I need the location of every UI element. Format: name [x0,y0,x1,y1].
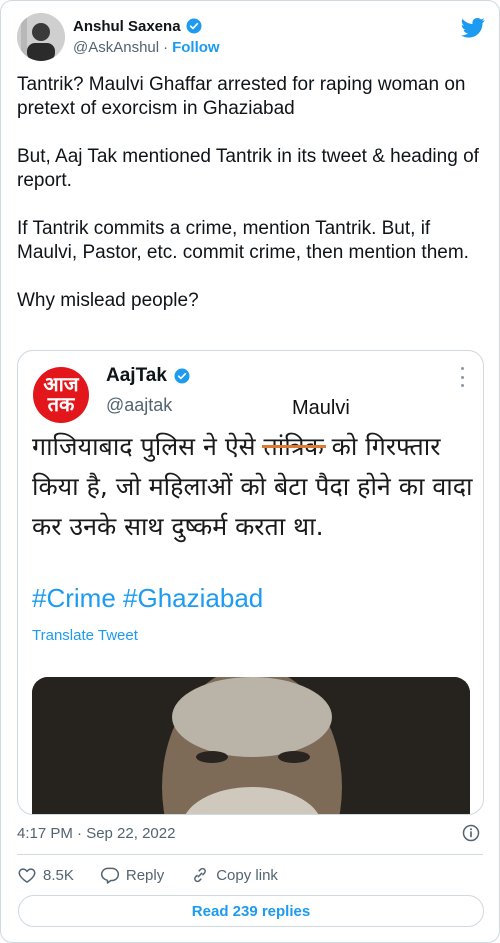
aajtak-logo: आज तक [33,367,89,423]
divider [17,854,483,855]
info-icon[interactable] [461,823,481,843]
link-icon [194,867,207,883]
separator: · [163,39,169,56]
tweet-paragraph: If Tantrik commits a crime, mention Tant… [17,218,469,263]
tweet-timestamp[interactable]: 4:17 PM · Sep 22, 2022 [17,825,175,842]
hindi-text-before: गाजियाबाद पुलिस ने ऐसे [32,432,264,461]
like-button[interactable]: 8.5K [17,865,74,885]
hashtags: #Crime #Ghaziabad [32,583,264,613]
copy-link-label: Copy link [216,866,278,884]
tweet-card: Anshul Saxena @AskAnshul · Follow Tantri… [0,0,500,943]
more-icon [459,367,465,387]
aajtak-name: AajTak [106,365,167,386]
aajtak-logo-line2: तक [47,394,75,416]
tweet-text: Tantrik? Maulvi Ghaffar arrested for rap… [17,73,485,337]
overlay-word: Maulvi [292,397,350,419]
follow-button[interactable]: Follow [172,39,220,56]
heart-icon [18,868,36,883]
aajtak-handle: @aajtak [106,395,173,415]
verified-icon [186,18,202,34]
author-name[interactable]: Anshul Saxena [73,18,181,35]
tweet-paragraph: Tantrik? Maulvi Ghaffar arrested for rap… [17,74,466,119]
verified-icon [174,368,190,384]
author-name-row: Anshul Saxena [73,17,203,35]
tweet-meta: 4:17 PM · Sep 22, 2022 [17,823,483,843]
aajtak-name-row: AajTak [106,365,191,387]
tweet-header: Anshul Saxena @AskAnshul · Follow [17,13,485,63]
author-handle-row: @AskAnshul · Follow [73,39,220,56]
translate-tweet-link: Translate Tweet [32,627,138,644]
read-replies-label: Read 239 replies [191,902,311,920]
read-replies-button[interactable]: Read 239 replies [18,895,484,927]
action-bar: 8.5K Reply Copy link [17,863,483,887]
tweet-paragraph: Why mislead people? [17,290,199,311]
avatar[interactable] [17,13,65,61]
author-handle[interactable]: @AskAnshul [73,39,159,56]
reply-button[interactable]: Reply [100,865,164,885]
twitter-bird-icon[interactable] [461,15,485,39]
hindi-text: गाजियाबाद पुलिस ने ऐसे तांत्रिक को गिरफ्… [32,427,477,547]
copy-link-button[interactable]: Copy link [190,865,278,885]
like-count: 8.5K [43,866,74,884]
strike-line [261,445,326,448]
reply-label: Reply [125,866,165,884]
embedded-image[interactable]: आज तक AajTak @aajtak Maulvi गाजियाबाद पु… [17,350,484,815]
tweet-paragraph: But, Aaj Tak mentioned Tantrik in its tw… [17,146,479,191]
man-photo [32,677,470,814]
aajtak-logo-line1: आज [43,374,79,396]
reply-icon [100,867,119,884]
struck-word: तांत्रिक [261,427,326,467]
